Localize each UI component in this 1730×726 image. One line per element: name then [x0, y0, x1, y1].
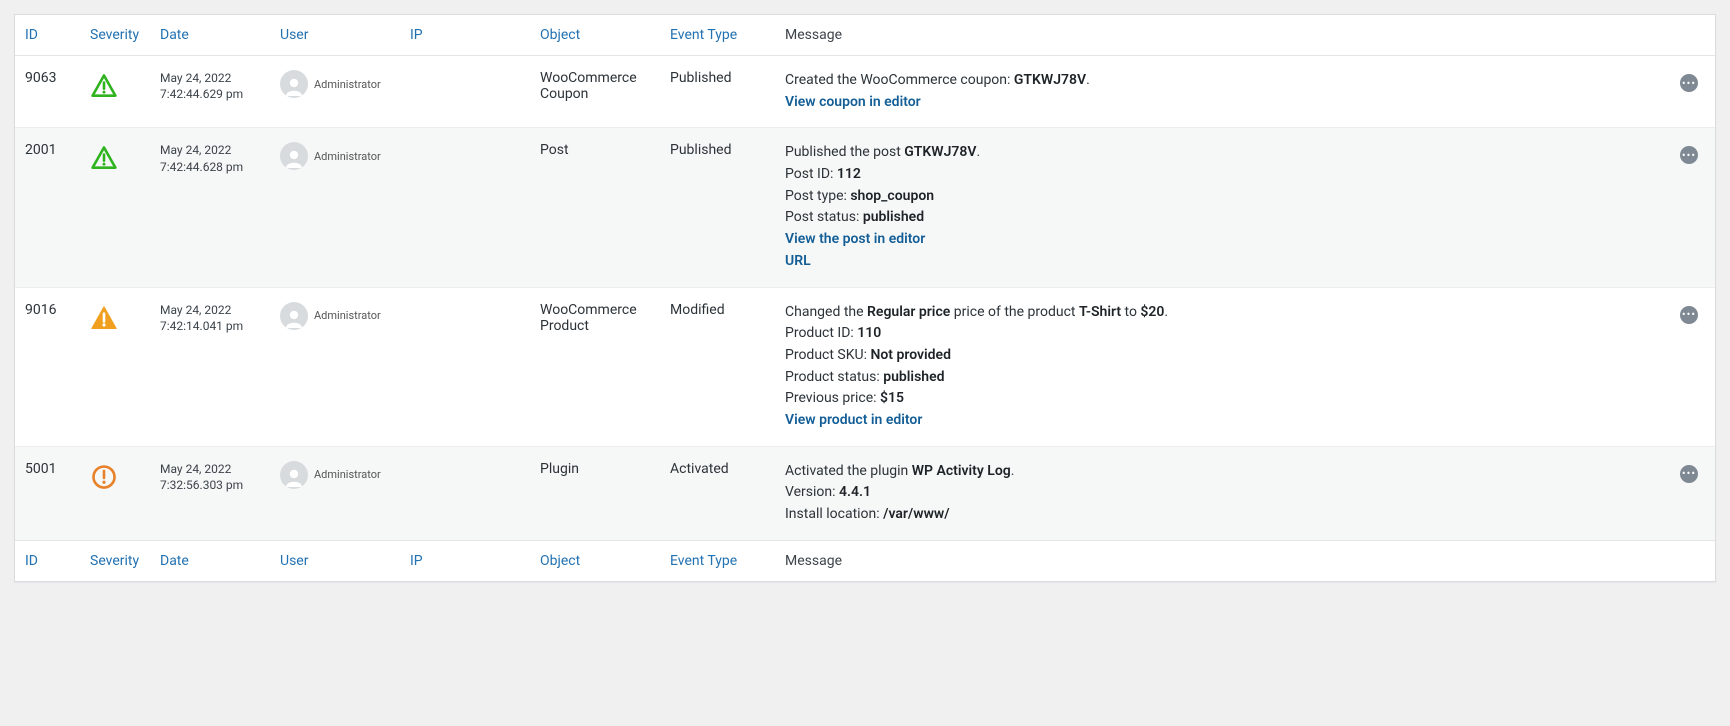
ellipsis-icon: •••	[1682, 309, 1696, 320]
col-footer-user[interactable]: User	[270, 540, 400, 581]
col-header-object[interactable]: Object	[530, 15, 660, 56]
user-name: Administrator	[314, 150, 381, 163]
cell-message: Created the WooCommerce coupon: GTKWJ78V…	[775, 56, 1670, 128]
col-footer-object[interactable]: Object	[530, 540, 660, 581]
col-header-id[interactable]: ID	[15, 15, 80, 56]
cell-message: Changed the Regular price price of the p…	[775, 287, 1670, 446]
avatar-icon	[280, 142, 308, 170]
ellipsis-icon: •••	[1682, 78, 1696, 89]
avatar-icon	[280, 70, 308, 98]
cell-severity	[80, 56, 150, 128]
cell-actions: •••	[1670, 287, 1715, 446]
ellipsis-icon: •••	[1682, 468, 1696, 479]
message-content: Activated the plugin WP Activity Log.Ver…	[785, 461, 1660, 526]
cell-event-type: Published	[660, 128, 775, 287]
avatar-icon	[280, 461, 308, 489]
col-header-message: Message	[775, 15, 1670, 56]
activity-log-table: ID Severity Date User IP Object Event Ty…	[14, 14, 1716, 582]
severity-medium-icon	[90, 144, 140, 172]
cell-object: WooCommerce Coupon	[530, 56, 660, 128]
table-row: 9063 May 24, 20227:42:44.629 pm Administra…	[15, 56, 1715, 128]
cell-object: WooCommerce Product	[530, 287, 660, 446]
cell-severity	[80, 287, 150, 446]
col-footer-ip[interactable]: IP	[400, 540, 530, 581]
user-name: Administrator	[314, 78, 381, 91]
cell-id: 9063	[15, 56, 80, 128]
cell-user: Administrator	[270, 56, 400, 128]
cell-ip	[400, 446, 530, 540]
cell-ip	[400, 56, 530, 128]
cell-object: Post	[530, 128, 660, 287]
cell-message: Published the post GTKWJ78V.Post ID: 112…	[775, 128, 1670, 287]
cell-id: 5001	[15, 446, 80, 540]
cell-event-type: Published	[660, 56, 775, 128]
cell-date: May 24, 20227:42:44.628 pm	[150, 128, 270, 287]
cell-actions: •••	[1670, 446, 1715, 540]
col-footer-id[interactable]: ID	[15, 540, 80, 581]
cell-actions: •••	[1670, 56, 1715, 128]
col-header-event-type[interactable]: Event Type	[660, 15, 775, 56]
col-header-actions	[1670, 15, 1715, 56]
cell-ip	[400, 287, 530, 446]
table-row: 2001 May 24, 20227:42:44.628 pm Administra…	[15, 128, 1715, 287]
message-content: Created the WooCommerce coupon: GTKWJ78V…	[785, 70, 1660, 113]
cell-user: Administrator	[270, 446, 400, 540]
severity-low-icon	[90, 304, 140, 332]
ellipsis-icon: •••	[1682, 150, 1696, 161]
cell-id: 2001	[15, 128, 80, 287]
row-actions-button[interactable]: •••	[1680, 465, 1698, 483]
cell-user: Administrator	[270, 128, 400, 287]
cell-date: May 24, 20227:32:56.303 pm	[150, 446, 270, 540]
cell-severity	[80, 128, 150, 287]
message-link[interactable]: View the post in editor	[785, 231, 925, 247]
message-link[interactable]: View product in editor	[785, 412, 922, 428]
cell-message: Activated the plugin WP Activity Log.Ver…	[775, 446, 1670, 540]
message-link[interactable]: URL	[785, 253, 811, 269]
col-footer-event-type[interactable]: Event Type	[660, 540, 775, 581]
col-footer-actions	[1670, 540, 1715, 581]
cell-date: May 24, 20227:42:14.041 pm	[150, 287, 270, 446]
cell-date: May 24, 20227:42:44.629 pm	[150, 56, 270, 128]
message-link[interactable]: View coupon in editor	[785, 94, 921, 110]
col-header-severity[interactable]: Severity	[80, 15, 150, 56]
user-name: Administrator	[314, 468, 381, 481]
col-footer-date[interactable]: Date	[150, 540, 270, 581]
user-name: Administrator	[314, 309, 381, 322]
message-content: Published the post GTKWJ78V.Post ID: 112…	[785, 142, 1660, 272]
table-row: 9016 May 24, 20227:42:14.041 pm Administra…	[15, 287, 1715, 446]
col-footer-message: Message	[775, 540, 1670, 581]
cell-ip	[400, 128, 530, 287]
table-footer: ID Severity Date User IP Object Event Ty…	[15, 540, 1715, 581]
table-header: ID Severity Date User IP Object Event Ty…	[15, 15, 1715, 56]
col-header-date[interactable]: Date	[150, 15, 270, 56]
cell-event-type: Activated	[660, 446, 775, 540]
row-actions-button[interactable]: •••	[1680, 306, 1698, 324]
severity-high-icon	[90, 463, 140, 491]
col-header-ip[interactable]: IP	[400, 15, 530, 56]
row-actions-button[interactable]: •••	[1680, 146, 1698, 164]
row-actions-button[interactable]: •••	[1680, 74, 1698, 92]
col-footer-severity[interactable]: Severity	[80, 540, 150, 581]
cell-severity	[80, 446, 150, 540]
cell-id: 9016	[15, 287, 80, 446]
cell-event-type: Modified	[660, 287, 775, 446]
message-content: Changed the Regular price price of the p…	[785, 302, 1660, 432]
avatar-icon	[280, 302, 308, 330]
col-header-user[interactable]: User	[270, 15, 400, 56]
table-row: 5001 May 24, 20227:32:56.303 pm Administra…	[15, 446, 1715, 540]
cell-actions: •••	[1670, 128, 1715, 287]
cell-user: Administrator	[270, 287, 400, 446]
severity-medium-icon	[90, 72, 140, 100]
cell-object: Plugin	[530, 446, 660, 540]
